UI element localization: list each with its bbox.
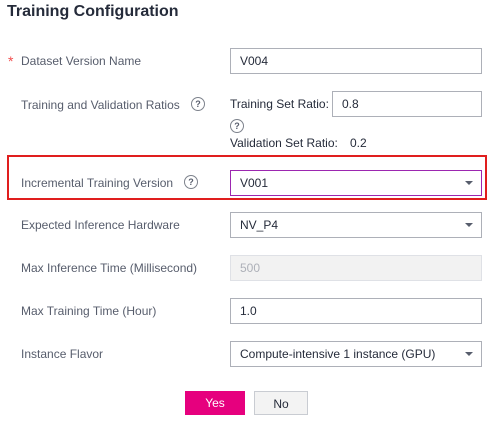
training-ratio-input[interactable]: 0.8 [332,91,482,117]
max-training-time-input[interactable]: 1.0 [230,298,482,324]
instance-flavor-label: Instance Flavor [21,347,104,361]
training-ratio-label: Training Set Ratio: [230,97,329,111]
training-ratio-help-icon[interactable]: ? [230,119,244,133]
inference-hardware-label: Expected Inference Hardware [21,218,180,232]
validation-ratio-value: 0.2 [350,136,367,150]
incremental-version-value: V001 [240,176,269,190]
incremental-version-select[interactable]: V001 [230,170,482,196]
instance-flavor-select[interactable]: Compute-intensive 1 instance (GPU) [230,341,482,367]
no-button[interactable]: No [254,391,308,415]
validation-ratio-label: Validation Set Ratio: [230,136,338,150]
dataset-version-label: Dataset Version Name [21,54,142,68]
training-configuration-panel: Training Configuration * Dataset Version… [0,0,494,431]
max-inference-time-label: Max Inference Time (Millisecond) [21,261,198,275]
chevron-down-icon [465,223,473,227]
dataset-version-input[interactable]: V004 [230,48,482,74]
yes-button[interactable]: Yes [185,391,245,415]
incremental-version-help-icon[interactable]: ? [184,175,198,189]
ratios-help-icon[interactable]: ? [191,97,205,111]
inference-hardware-value: NV_P4 [240,218,279,232]
page-title: Training Configuration [7,3,179,20]
chevron-down-icon [465,181,473,185]
inference-hardware-select[interactable]: NV_P4 [230,212,482,238]
chevron-down-icon [465,352,473,356]
required-marker: * [8,53,14,69]
max-inference-time-input: 500 [230,255,482,281]
max-training-time-label: Max Training Time (Hour) [21,304,157,318]
incremental-version-label: Incremental Training Version [21,176,174,190]
instance-flavor-value: Compute-intensive 1 instance (GPU) [240,347,436,361]
ratios-label: Training and Validation Ratios [21,98,180,112]
